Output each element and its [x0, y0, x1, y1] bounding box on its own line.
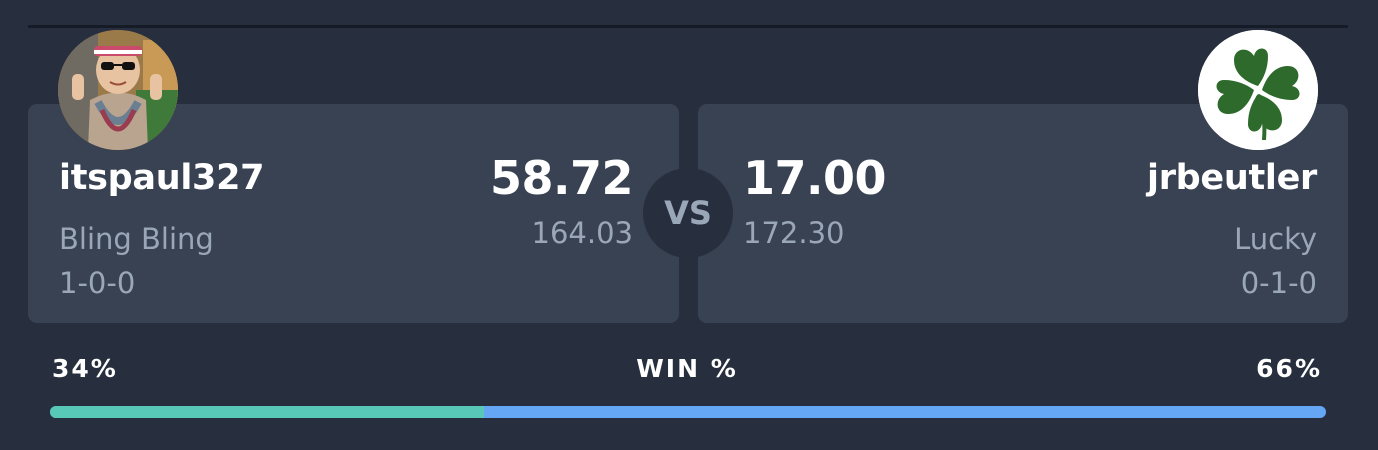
win-probability-bar — [50, 406, 1326, 418]
home-team-avatar[interactable] — [58, 30, 178, 150]
home-team-record: 1-0-0 — [59, 266, 136, 300]
away-team-score: 17.00 — [743, 151, 887, 205]
home-win-bar-fill — [50, 406, 484, 418]
home-team-score: 58.72 — [489, 151, 634, 205]
away-team-record: 0-1-0 — [1240, 266, 1317, 300]
home-team-nickname: Bling Bling — [59, 222, 214, 256]
away-team-projected: 172.30 — [743, 216, 845, 250]
top-divider — [28, 25, 1348, 28]
vs-badge: VS — [643, 168, 733, 258]
win-percent-label: WIN % — [636, 354, 738, 383]
kid-with-sunglasses-photo — [58, 30, 178, 150]
away-team-name[interactable]: jrbeutler — [1147, 158, 1317, 198]
four-leaf-clover-icon — [1198, 30, 1318, 150]
away-team-nickname: Lucky — [1234, 222, 1317, 256]
home-team-name[interactable]: itspaul327 — [59, 158, 265, 198]
away-win-percent: 66% — [1256, 354, 1322, 383]
away-team-avatar[interactable] — [1198, 30, 1318, 150]
home-team-projected: 164.03 — [531, 216, 633, 250]
